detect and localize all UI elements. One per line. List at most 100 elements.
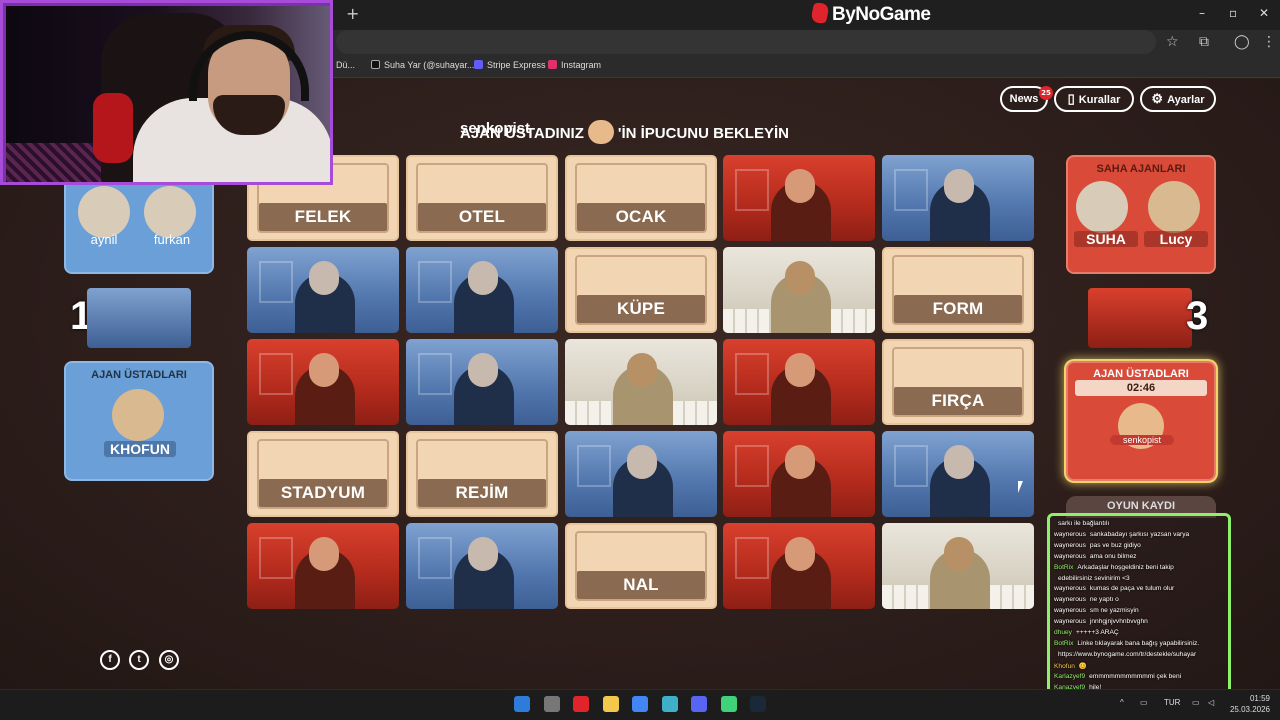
facebook-icon[interactable]: f [100, 650, 120, 670]
board-card[interactable] [247, 523, 399, 609]
board-card[interactable] [247, 339, 399, 425]
board-card[interactable] [882, 523, 1034, 609]
webcam-overlay [0, 0, 333, 185]
taskbar-app-icon[interactable] [602, 696, 619, 712]
agent-head [468, 353, 498, 387]
agent-avatar [1076, 181, 1128, 233]
board-card[interactable]: OCAK [565, 155, 717, 241]
agent-head [944, 169, 974, 203]
tray-icon[interactable]: ▭ [1140, 698, 1148, 707]
chat-username: waynerous [1054, 552, 1086, 560]
board-card[interactable] [406, 523, 558, 609]
board-card[interactable] [723, 339, 875, 425]
chat-text: jnnhgjnjvvhnbvvghn [1089, 618, 1148, 626]
board-card[interactable]: NAL [565, 523, 717, 609]
taskbar-app-icon[interactable] [514, 696, 530, 712]
settings-button[interactable]: ⚙ Ayarlar [1140, 86, 1216, 112]
taskbar-app-icon[interactable] [632, 696, 648, 712]
agent-name: furkan [153, 232, 191, 247]
chat-text: sankabadayı şarkısı yazsan varya [1089, 530, 1190, 538]
taskbar-app-icon[interactable] [543, 696, 560, 712]
bookmark-label: Instagram [561, 60, 602, 70]
chat-username: BotRix [1054, 563, 1074, 571]
instagram-icon[interactable]: ◎ [159, 650, 179, 670]
maximize-button[interactable]: ▫ [1229, 6, 1237, 20]
twitter-icon[interactable]: t [129, 650, 149, 670]
spymaster-name: senkopist [1110, 435, 1174, 445]
board-card[interactable] [882, 431, 1034, 517]
board-card[interactable] [247, 247, 399, 333]
agent-avatar [78, 186, 130, 238]
menu-icon[interactable]: ⋮ [1262, 34, 1276, 50]
bookmark-label: Stripe Express [487, 60, 546, 70]
board-card[interactable]: REJİM [406, 431, 558, 517]
taskbar-clock[interactable]: 01:59 25.03.2026 [1226, 693, 1270, 715]
taskbar-app-icon[interactable] [573, 696, 589, 712]
new-tab-button[interactable]: + [346, 4, 359, 23]
card-window [418, 261, 452, 303]
chat-username: waynerous [1054, 530, 1086, 538]
spymaster-name: KHOFUN [104, 441, 176, 457]
chat-message: https://www.bynogame.com/tr/destekle/suh… [1054, 651, 1196, 658]
bookmark-item[interactable]: Suha Yar (@suhayar... [371, 60, 474, 70]
site-brand-label: ByNoGame [832, 4, 931, 25]
board-card[interactable]: KÜPE [565, 247, 717, 333]
address-bar[interactable] [336, 30, 1156, 54]
taskbar-app-icon[interactable] [661, 696, 678, 712]
agent-head [944, 445, 974, 479]
chat-overlay: sarkı ile bağlantılı waynerous sankabadayı… [1047, 513, 1231, 696]
agent-head [785, 537, 815, 571]
board-card[interactable] [406, 247, 558, 333]
rules-button[interactable]: ▯ Kurallar [1054, 86, 1134, 112]
chat-message: waynerous sm ne yazmisyin [1054, 607, 1139, 614]
bookmark-item[interactable]: Stripe Express [474, 60, 546, 70]
board-card[interactable]: FORM [882, 247, 1034, 333]
chat-username: dhuey [1054, 629, 1072, 636]
bookmark-item[interactable]: Dü... [336, 60, 355, 70]
agent-avatar [1148, 181, 1200, 233]
tray-chevron-icon[interactable]: ^ [1120, 698, 1124, 707]
spymaster-avatar [587, 120, 614, 144]
card-window [259, 353, 293, 395]
taskbar-app-icon[interactable] [691, 696, 707, 712]
taskbar-app-icon[interactable] [720, 696, 737, 712]
board-card[interactable]: FIRÇA [882, 339, 1034, 425]
chat-text: ne yaptı o [1089, 596, 1119, 604]
close-button[interactable]: ✕ [1259, 6, 1269, 20]
status-after: 'İN İPUCUNU BEKLEYİN [617, 125, 789, 142]
board-card[interactable] [565, 339, 717, 425]
bookmark-label: Suha Yar (@suhayar... [384, 60, 475, 70]
news-label: News [1009, 93, 1039, 105]
volume-icon[interactable]: ◁ [1208, 698, 1214, 707]
card-window [894, 445, 928, 487]
language-indicator[interactable]: TUR [1164, 698, 1180, 707]
board-card[interactable]: OTEL [406, 155, 558, 241]
board-card[interactable] [723, 247, 875, 333]
board-card[interactable]: STADYUM [247, 431, 399, 517]
bookmark-item[interactable]: Instagram [548, 60, 601, 70]
board-card[interactable] [723, 155, 875, 241]
chat-text: kumas de paça ve tulum olur [1089, 585, 1175, 593]
network-icon[interactable]: ▭ [1192, 698, 1200, 707]
agent-head [944, 537, 974, 571]
agent-name: SUHA [1074, 231, 1138, 247]
chat-username: waynerous [1054, 585, 1086, 593]
board-card[interactable] [882, 155, 1034, 241]
taskbar-app-icon[interactable] [750, 696, 766, 712]
card-word: FELEK [259, 203, 387, 231]
profile-icon[interactable]: ◯ [1234, 34, 1250, 50]
board-card[interactable] [723, 523, 875, 609]
clock-time: 01:59 [1249, 694, 1270, 703]
minimize-button[interactable]: – [1199, 6, 1205, 20]
bookmark-label: Dü... [336, 60, 356, 70]
board-card[interactable] [565, 431, 717, 517]
agent-head [785, 261, 815, 295]
mouse-cursor [1018, 481, 1023, 493]
board-card[interactable] [723, 431, 875, 517]
tiktok-icon [371, 60, 380, 69]
instagram-icon [548, 60, 557, 69]
extensions-icon[interactable]: ⧉ [1199, 34, 1209, 50]
screen: + ByNoGame – ▫ ✕ ☆ ⧉ ◯ ⋮ Dü... Suha Yar … [0, 0, 1280, 720]
board-card[interactable] [406, 339, 558, 425]
bookmark-star-icon[interactable]: ☆ [1166, 34, 1179, 50]
